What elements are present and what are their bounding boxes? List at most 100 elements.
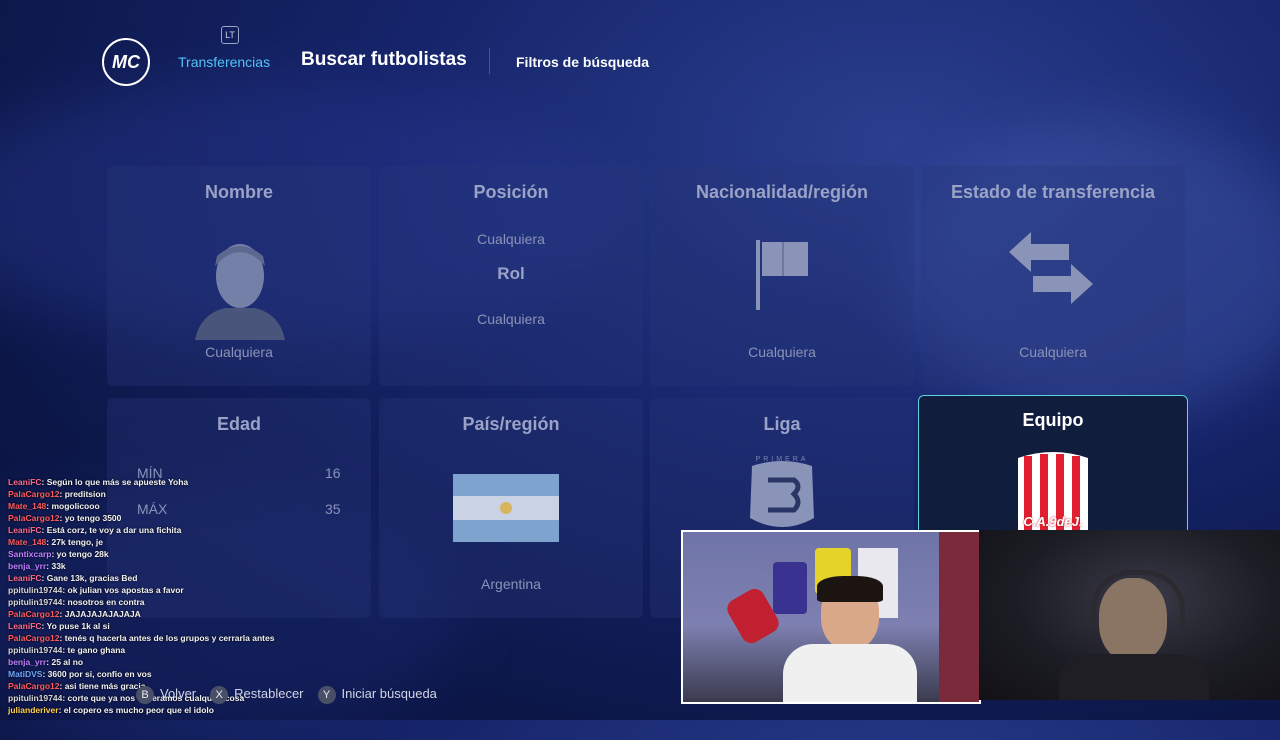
game-logo: MC — [102, 38, 150, 86]
chat-text: : el copero es mucho peor que el idolo — [58, 705, 214, 715]
chat-username: PalaCargo12 — [8, 513, 60, 523]
chat-username: MatiDVS — [8, 669, 43, 679]
streamer-hair — [817, 576, 883, 602]
card-label: País/región — [462, 414, 560, 434]
chat-username: julianderiver — [8, 705, 59, 715]
chat-message: PalaCargo12: JAJAJAJAJAJAJA — [8, 608, 428, 620]
chat-username: Mate_148 — [8, 501, 47, 511]
chat-message: Mate_148: 27k tengo, je — [8, 536, 428, 548]
chat-text: : ok julian vos apostas a favor — [62, 585, 184, 595]
search-label: Iniciar búsqueda — [341, 686, 437, 701]
filter-card-equipo[interactable]: Equipo C.A.9deJ. — [918, 395, 1188, 537]
flag-icon — [756, 240, 808, 310]
card-label: Nacionalidad/región — [695, 182, 869, 202]
reset-hint[interactable]: X Restablecer — [210, 686, 304, 704]
card-label: Nombre — [204, 182, 273, 202]
chat-username: PalaCargo12 — [8, 633, 60, 643]
chat-message: LeaniFC: Yo puse 1k al si — [8, 620, 428, 632]
chat-message: LeaniFC: Gane 13k, gracias Bed — [8, 572, 428, 584]
chat-username: ppitulin19744 — [8, 693, 63, 703]
chat-message: julianderiver: el copero es mucho peor q… — [8, 704, 428, 716]
search-hint[interactable]: Y Iniciar búsqueda — [317, 686, 437, 704]
card-label: Estado de transferencia — [950, 182, 1156, 202]
chat-text: : yo tengo 3500 — [59, 513, 122, 523]
top-navigation: MC LT Transferencias Buscar futbolistas … — [0, 0, 1280, 120]
league-logo-icon — [750, 461, 814, 527]
filter-card-nacionalidad[interactable]: Nacionalidad/región Cualquiera — [650, 166, 914, 386]
chat-message: Mate_148: mogolicooo — [8, 500, 428, 512]
card-label: Liga — [763, 414, 801, 434]
chat-message: PalaCargo12: preditsion — [8, 488, 428, 500]
chat-message: PalaCargo12: yo tengo 3500 — [8, 512, 428, 524]
card-label: Posición — [473, 182, 549, 202]
back-hint[interactable]: B Volver — [136, 686, 196, 704]
card-value: Cualquiera — [205, 344, 273, 360]
stream-chat: LeaniFC: Según lo que más se apueste Yoh… — [8, 476, 428, 716]
filters-tab[interactable]: Filtros de búsqueda — [516, 54, 649, 70]
card-label: Equipo — [1022, 410, 1084, 430]
filter-card-nombre[interactable]: Nombre Cualquiera — [107, 166, 371, 386]
card-value: Cualquiera — [1019, 344, 1087, 360]
chat-username: LeaniFC — [8, 621, 42, 631]
chat-message: Santixcarp: yo tengo 28k — [8, 548, 428, 560]
chat-message: benja_yrr: 33k — [8, 560, 428, 572]
chat-username: PalaCargo12 — [8, 489, 60, 499]
back-label: Volver — [160, 686, 197, 701]
player-silhouette-icon — [195, 244, 285, 340]
chat-text: : Según lo que más se apueste Yoha — [41, 477, 189, 487]
role-label: Rol — [497, 264, 525, 283]
b-button-icon: B — [136, 686, 154, 704]
chat-message: LeaniFC: Está corz, te voy a dar una fic… — [8, 524, 428, 536]
chat-username: ppitulin19744 — [8, 585, 63, 595]
webcam-left — [681, 530, 981, 704]
door-shape — [939, 532, 979, 702]
chat-text: : Yo puse 1k al si — [41, 621, 110, 631]
chat-username: LeaniFC — [8, 573, 42, 583]
position-value: Cualquiera — [477, 231, 545, 247]
chat-text: : Está corz, te voy a dar una fichita — [41, 525, 182, 535]
chat-username: ppitulin19744 — [8, 645, 63, 655]
lt-badge-text: LT — [225, 30, 235, 40]
chat-text: : preditsion — [59, 489, 106, 499]
streamer-shirt — [783, 644, 917, 702]
chat-message: LeaniFC: Según lo que más se apueste Yoh… — [8, 476, 428, 488]
chat-username: PalaCargo12 — [8, 609, 60, 619]
chat-text: : 3600 por si, confio en vos — [42, 669, 152, 679]
chat-username: benja_yrr — [8, 561, 47, 571]
webcam-right — [979, 530, 1280, 700]
reset-label: Restablecer — [234, 686, 304, 701]
chat-message: MatiDVS: 3600 por si, confio en vos — [8, 668, 428, 680]
chat-username: PalaCargo12 — [8, 681, 60, 691]
poster-shape — [773, 562, 807, 614]
nav-divider — [489, 48, 490, 74]
chat-text: : asi tiene más gracia — [59, 681, 146, 691]
chat-text: : tenés q hacerla antes de los grupos y … — [59, 633, 275, 643]
chat-message: ppitulin19744: te gano ghana — [8, 644, 428, 656]
chat-text: : yo tengo 28k — [51, 549, 109, 559]
chat-username: Santixcarp — [8, 549, 52, 559]
card-value: Cualquiera — [748, 344, 816, 360]
chat-username: LeaniFC — [8, 477, 42, 487]
filter-card-estado[interactable]: Estado de transferencia Cualquiera — [921, 166, 1185, 386]
chat-text: : 33k — [46, 561, 66, 571]
y-button-icon: Y — [317, 686, 336, 704]
chat-username: benja_yrr — [8, 657, 47, 667]
chat-text: : nosotros en contra — [62, 597, 145, 607]
filter-card-posicion[interactable]: Posición Cualquiera Rol Cualquiera — [379, 166, 643, 386]
chat-text: : 25 al no — [46, 657, 84, 667]
controller-hints: B Volver X Restablecer Y Iniciar búsqueda — [136, 686, 437, 704]
chat-message: PalaCargo12: tenés q hacerla antes de lo… — [8, 632, 428, 644]
argentina-flag-icon — [453, 474, 559, 542]
chat-username: ppitulin19744 — [8, 597, 63, 607]
chat-username: LeaniFC — [8, 525, 42, 535]
role-value: Cualquiera — [477, 311, 545, 327]
card-label: Edad — [216, 414, 261, 434]
chat-text: : te gano ghana — [62, 645, 126, 655]
chat-text: : mogolicooo — [46, 501, 100, 511]
headphones-shape — [1091, 570, 1185, 625]
lt-button-hint: LT — [221, 26, 239, 44]
breadcrumb-transferencias[interactable]: Transferencias — [178, 54, 270, 70]
chat-text: : Gane 13k, gracias Bed — [41, 573, 138, 583]
chat-text: : 27k tengo, je — [46, 537, 103, 547]
chat-message: benja_yrr: 25 al no — [8, 656, 428, 668]
